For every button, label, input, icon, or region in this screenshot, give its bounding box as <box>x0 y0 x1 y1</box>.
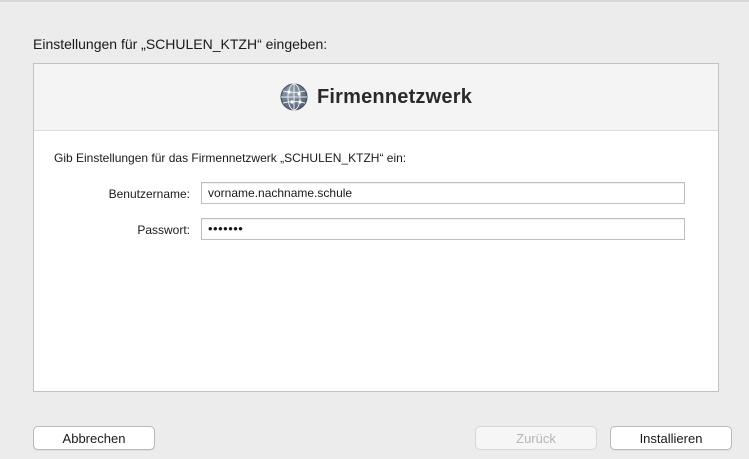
password-field[interactable]: ••••••• <box>201 218 685 240</box>
panel-title: Firmennetzwerk <box>316 85 473 108</box>
install-button[interactable]: Installieren <box>610 426 732 450</box>
password-value: ••••••• <box>208 221 244 236</box>
password-label: Passwort: <box>137 223 190 237</box>
cancel-button[interactable]: Abbrechen <box>33 426 155 450</box>
username-value: vorname.nachname.schule <box>208 186 353 200</box>
back-button[interactable]: Zurück <box>475 426 597 450</box>
dialog-heading: Einstellungen für „SCHULEN_KTZH“ eingebe… <box>33 36 328 52</box>
settings-panel: Firmennetzwerk Gib Einstellungen für das… <box>33 63 719 392</box>
network-globe-icon <box>280 83 308 111</box>
panel-header: Firmennetzwerk <box>34 64 718 131</box>
instruction-text: Gib Einstellungen für das Firmennetzwerk… <box>54 151 407 165</box>
window-top-edge <box>0 0 749 2</box>
username-field[interactable]: vorname.nachname.schule <box>201 182 685 204</box>
username-label: Benutzername: <box>108 187 190 201</box>
